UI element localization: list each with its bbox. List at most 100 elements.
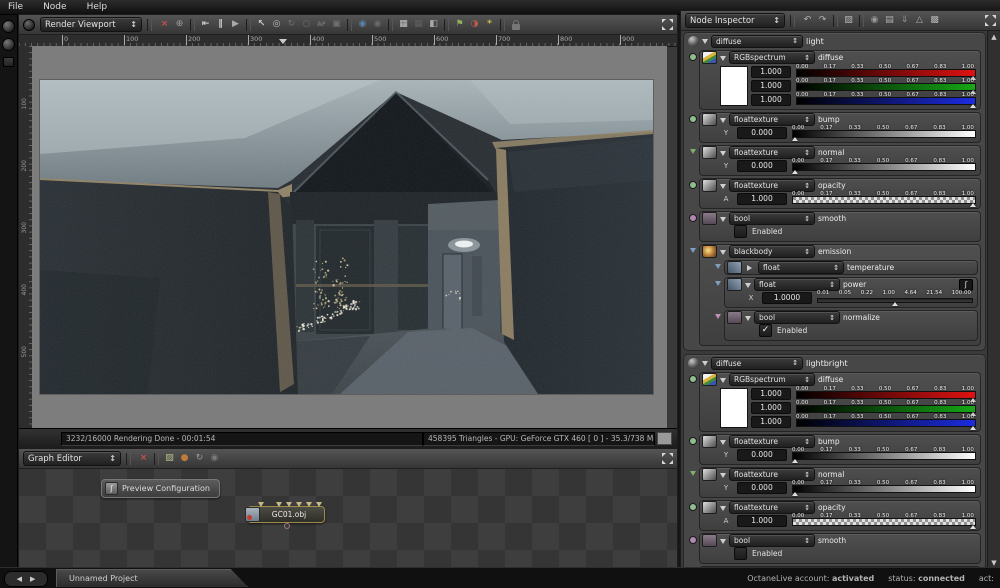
checkbox[interactable]: ✓ <box>759 324 772 337</box>
scroll-down-icon[interactable]: ▼ <box>988 559 1000 567</box>
slider-bar[interactable]: 0.01 0.05 0.22 1.00 4.64 21.54 100.00 <box>817 290 973 306</box>
collapse-triangle-icon[interactable] <box>720 439 726 448</box>
node-pin-icon[interactable] <box>690 504 696 510</box>
node-pin-icon[interactable] <box>690 116 696 122</box>
dock-knob-icon[interactable] <box>2 20 15 33</box>
color-swatch[interactable] <box>720 387 748 428</box>
dock-grip-icon[interactable] <box>3 57 14 67</box>
slider-thumb-icon[interactable] <box>791 167 798 174</box>
node-type-dropdown[interactable]: blackbody ↕ <box>729 245 815 258</box>
channel-value-field[interactable]: 1.000 <box>751 65 791 78</box>
node-pin-icon[interactable] <box>690 248 696 256</box>
status-resize-grip[interactable] <box>657 432 672 445</box>
node-pin-icon[interactable] <box>690 54 696 60</box>
node-pin-icon[interactable] <box>690 149 696 157</box>
collapse-triangle-icon[interactable] <box>720 505 726 514</box>
channel-value-field[interactable]: 1.000 <box>751 79 791 92</box>
value-field[interactable]: 0.000 <box>737 448 787 461</box>
subsampling-flag-icon[interactable]: ⚑ <box>452 18 467 31</box>
world-node-icon[interactable]: ◉ <box>207 452 222 465</box>
slider-thumb-icon[interactable] <box>970 200 977 207</box>
collapse-triangle-icon[interactable] <box>720 117 726 126</box>
relink-node-icon[interactable]: ↻ <box>192 452 207 465</box>
expand-panel-icon[interactable] <box>662 453 673 464</box>
slider-bar[interactable]: 0.00 0.17 0.33 0.50 0.67 0.83 1.00 <box>791 480 976 496</box>
collapse-triangle-icon[interactable] <box>745 282 751 291</box>
pick-material-icon[interactable]: ◎ <box>269 18 284 31</box>
channel-value-field[interactable]: 1.000 <box>751 387 791 400</box>
collapse-triangle-icon[interactable] <box>720 472 726 481</box>
tab-scroll-arrows[interactable]: ◀ ▶ <box>4 571 48 587</box>
orbit-camera-icon[interactable]: ↻ <box>284 18 299 31</box>
restart-render-icon[interactable]: ⇤ <box>198 18 213 31</box>
node-pin-icon[interactable] <box>690 471 696 479</box>
graph-selector-dropdown[interactable]: Graph Editor ↕ <box>23 451 121 466</box>
slider-thumb-icon[interactable] <box>892 299 898 306</box>
preview-configuration-node[interactable]: ʃ Preview Configuration <box>101 479 220 498</box>
value-field[interactable]: 0.000 <box>737 159 787 172</box>
material-ball-icon[interactable]: ◉ <box>867 14 882 27</box>
reset-camera-icon[interactable]: ⊕ <box>172 18 187 31</box>
slider-thumb-icon[interactable] <box>791 134 798 141</box>
collapse-triangle-icon[interactable] <box>720 249 726 258</box>
collapse-triangle-icon[interactable] <box>720 538 726 547</box>
node-type-dropdown[interactable]: RGBspectrum ↕ <box>729 373 815 386</box>
web-sync-icon[interactable]: ◉ <box>355 18 370 31</box>
delete-node-icon[interactable]: × <box>136 452 151 465</box>
slider-bar[interactable]: 0.00 0.17 0.33 0.50 0.67 0.83 1.00 <box>796 78 977 94</box>
channel-value-field[interactable]: 1.000 <box>751 401 791 414</box>
slider-bar[interactable]: 0.00 0.17 0.33 0.50 0.67 0.83 1.00 <box>791 125 976 141</box>
menu-file[interactable]: File <box>8 2 23 12</box>
slider-thumb-icon[interactable] <box>970 522 977 529</box>
inspector-selector-dropdown[interactable]: Node Inspector ↕ <box>685 13 785 28</box>
viewport-canvas[interactable] <box>32 46 667 429</box>
slider-bar[interactable]: 0.00 0.17 0.33 0.50 0.67 0.83 1.00 <box>796 414 977 430</box>
debug-kernel-icon[interactable]: * <box>482 18 497 31</box>
expand-panel-icon[interactable] <box>662 19 673 30</box>
collapse-triangle-icon[interactable] <box>745 315 751 324</box>
viewport-knob-icon[interactable] <box>23 18 35 31</box>
section-type-dropdown[interactable]: diffuse ↕ <box>711 356 803 370</box>
channel-value-field[interactable]: 1.000 <box>751 93 791 106</box>
scroll-up-icon[interactable]: ▲ <box>988 33 1000 41</box>
viewport-selector-dropdown[interactable]: Render Viewport ↕ <box>40 17 142 32</box>
channel-value-field[interactable]: 1.000 <box>751 415 791 428</box>
slider-bar[interactable]: 0.00 0.17 0.33 0.50 0.67 0.83 1.00 <box>791 447 976 463</box>
save-preview-icon[interactable]: ⇓ <box>897 14 912 27</box>
node-type-dropdown[interactable]: float ↕ <box>758 261 844 274</box>
value-field[interactable]: 1.000 <box>737 192 787 205</box>
node-type-dropdown[interactable]: RGBspectrum ↕ <box>729 51 815 64</box>
section-type-dropdown[interactable]: diffuse ↕ <box>711 34 803 48</box>
node-pin-icon[interactable] <box>715 281 721 289</box>
node-pin-icon[interactable] <box>690 438 696 444</box>
checker-alt-icon[interactable]: ▦ <box>411 18 426 31</box>
lock-resolution-icon[interactable] <box>512 20 520 30</box>
node-input-pin[interactable] <box>316 502 322 510</box>
node-pin-icon[interactable] <box>690 376 696 382</box>
value-field[interactable]: 1.000 <box>737 514 787 527</box>
split-compare-icon[interactable]: ◧ <box>426 18 441 31</box>
node-type-dropdown[interactable]: bool ↕ <box>729 212 815 225</box>
slider-bar[interactable]: 0.00 0.17 0.33 0.50 0.67 0.83 1.00 <box>796 386 977 402</box>
resume-render-icon[interactable]: ▶ <box>228 18 243 31</box>
slider-bar[interactable]: 0.00 0.17 0.33 0.50 0.67 0.83 1.00 <box>792 191 977 207</box>
image-preview-icon[interactable]: ▨ <box>841 14 856 27</box>
node-input-pin[interactable] <box>286 502 292 510</box>
add-material-node-icon[interactable]: ● <box>177 452 192 465</box>
node-pin-icon[interactable] <box>690 537 696 543</box>
project-tab[interactable]: Unnamed Project <box>56 569 248 587</box>
slider-thumb-icon[interactable] <box>970 101 977 108</box>
node-input-pin[interactable] <box>258 502 264 510</box>
node-pin-icon[interactable] <box>715 314 721 322</box>
autofocus-icon[interactable]: AF <box>314 18 329 31</box>
split-view-icon[interactable]: ▤ <box>882 14 897 27</box>
node-input-pin[interactable] <box>276 502 282 510</box>
node-type-dropdown[interactable]: bool ↕ <box>754 311 840 324</box>
slider-thumb-icon[interactable] <box>791 489 798 496</box>
discard-render-icon[interactable]: × <box>157 18 172 31</box>
tab-right-icon[interactable]: ▶ <box>30 575 35 583</box>
dock-knob2-icon[interactable] <box>2 38 15 51</box>
checkbox[interactable] <box>734 225 747 238</box>
collapse-triangle-icon[interactable] <box>720 377 726 386</box>
slider-bar[interactable]: 0.00 0.17 0.33 0.50 0.67 0.83 1.00 <box>791 158 976 174</box>
